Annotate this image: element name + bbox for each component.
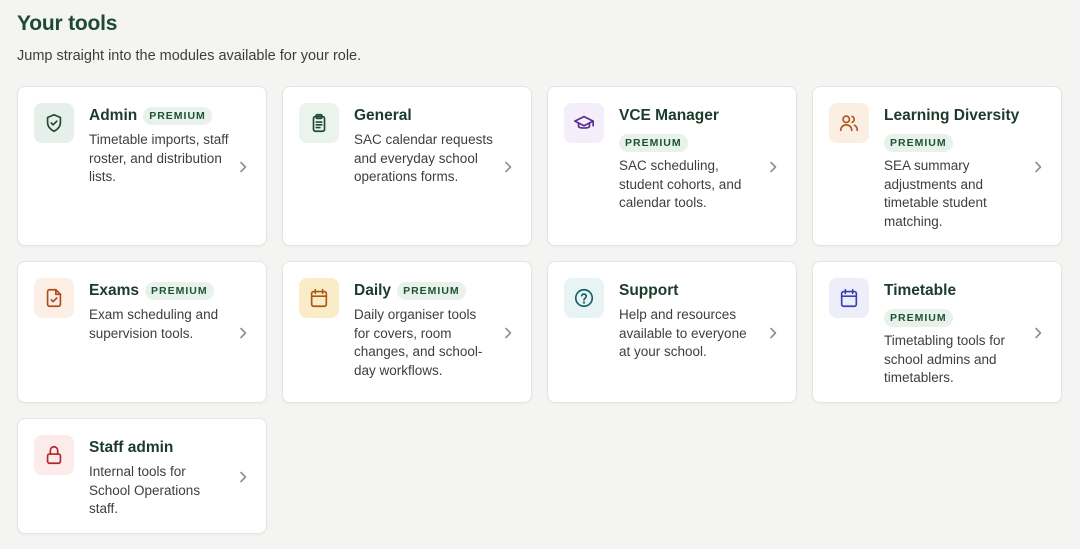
tool-description: Daily organiser tools for covers, room c…	[354, 307, 483, 378]
tool-title: Staff admin	[89, 439, 174, 456]
tool-description: Timetabling tools for school admins and …	[884, 333, 1006, 385]
page-title: Your tools	[17, 12, 118, 35]
tool-card-content: General SAC calendar requests and everyda…	[354, 106, 495, 187]
tool-title-row: Support	[619, 281, 760, 301]
chevron-right-icon	[1033, 326, 1043, 339]
tool-card-content: Exams PREMIUM Exam scheduling and supervis…	[89, 281, 230, 343]
chevron-right-icon	[503, 160, 513, 173]
tool-title-row: Learning Diversity	[884, 106, 1025, 126]
lock-icon	[34, 435, 74, 475]
tool-description: Timetable imports, staff roster, and dis…	[89, 132, 229, 184]
premium-badge: PREMIUM	[397, 282, 466, 300]
premium-badge: PREMIUM	[884, 134, 953, 152]
tool-card-learning-diversity[interactable]: Learning Diversity PREMIUM SEA summary adj…	[812, 86, 1062, 246]
tool-card-support[interactable]: Support Help and resources available to e…	[547, 261, 797, 403]
tool-card-staff-admin[interactable]: Staff admin Internal tools for School Ope…	[17, 418, 267, 534]
tool-description: SEA summary adjustments and timetable st…	[884, 158, 987, 229]
chevron-right-icon	[238, 470, 248, 483]
tool-card-content: Admin PREMIUM Timetable imports, staff ros…	[89, 106, 230, 187]
chevron-right-icon	[503, 326, 513, 339]
tool-card-timetable[interactable]: Timetable PREMIUM Timetabling tools for sc…	[812, 261, 1062, 403]
premium-badge-row: PREMIUM	[884, 133, 1025, 152]
premium-badge-row: PREMIUM	[884, 308, 1025, 327]
tools-page: Your tools Jump straight into the module…	[0, 0, 1080, 549]
page-subtitle: Jump straight into the modules available…	[17, 48, 362, 64]
premium-badge: PREMIUM	[143, 107, 212, 125]
tool-title: Learning Diversity	[884, 107, 1020, 124]
tool-title-row: Exams PREMIUM	[89, 281, 230, 301]
tool-title: General	[354, 107, 412, 124]
tool-title-row: Timetable	[884, 281, 1025, 301]
tool-card-content: Timetable PREMIUM Timetabling tools for sc…	[884, 281, 1025, 388]
graduation-cap-icon	[564, 103, 604, 143]
chevron-right-icon	[768, 326, 778, 339]
tool-title-row: General	[354, 106, 495, 126]
users-icon	[829, 103, 869, 143]
tool-card-content: Daily PREMIUM Daily organiser tools for co…	[354, 281, 495, 380]
premium-badge-row: PREMIUM	[619, 133, 760, 152]
help-circle-icon	[564, 278, 604, 318]
tool-title: Timetable	[884, 282, 957, 299]
calendar-icon	[829, 278, 869, 318]
tool-title-row: Daily PREMIUM	[354, 281, 495, 301]
tool-card-exams[interactable]: Exams PREMIUM Exam scheduling and supervis…	[17, 261, 267, 403]
tool-title-row: Admin PREMIUM	[89, 106, 230, 126]
tool-title: VCE Manager	[619, 107, 719, 124]
tool-title-row: VCE Manager	[619, 106, 760, 126]
tools-grid: Admin PREMIUM Timetable imports, staff ros…	[17, 86, 1062, 534]
tool-card-content: Support Help and resources available to e…	[619, 281, 760, 362]
tool-description: SAC scheduling, student cohorts, and cal…	[619, 158, 742, 210]
shield-icon	[34, 103, 74, 143]
premium-badge: PREMIUM	[144, 282, 214, 300]
tool-title: Exams	[89, 282, 139, 299]
tool-description: Internal tools for School Operations sta…	[89, 464, 201, 516]
premium-badge: PREMIUM	[619, 134, 688, 152]
tool-card-general[interactable]: General SAC calendar requests and everyda…	[282, 86, 532, 246]
tool-description: Exam scheduling and supervision tools.	[89, 307, 219, 341]
chevron-right-icon	[768, 160, 778, 173]
tool-description: Help and resources available to everyone…	[619, 307, 747, 359]
tool-card-content: Learning Diversity PREMIUM SEA summary adj…	[884, 106, 1025, 231]
tool-title-row: Staff admin	[89, 438, 230, 458]
tool-title: Admin	[89, 107, 138, 124]
tool-title: Daily	[354, 282, 392, 299]
file-check-icon	[34, 278, 74, 318]
tool-card-content: VCE Manager PREMIUM SAC scheduling, studen…	[619, 106, 760, 213]
tool-description: SAC calendar requests and everyday schoo…	[354, 132, 493, 184]
tool-title: Support	[619, 282, 679, 299]
chevron-right-icon	[1033, 160, 1043, 173]
chevron-right-icon	[238, 326, 248, 339]
chevron-right-icon	[238, 160, 248, 173]
tool-card-vce-manager[interactable]: VCE Manager PREMIUM SAC scheduling, studen…	[547, 86, 797, 246]
tool-card-admin[interactable]: Admin PREMIUM Timetable imports, staff ros…	[17, 86, 267, 246]
calendar-icon	[299, 278, 339, 318]
premium-badge: PREMIUM	[884, 309, 953, 327]
clipboard-icon	[299, 103, 339, 143]
tool-card-daily[interactable]: Daily PREMIUM Daily organiser tools for co…	[282, 261, 532, 403]
tool-card-content: Staff admin Internal tools for School Ope…	[89, 438, 230, 519]
